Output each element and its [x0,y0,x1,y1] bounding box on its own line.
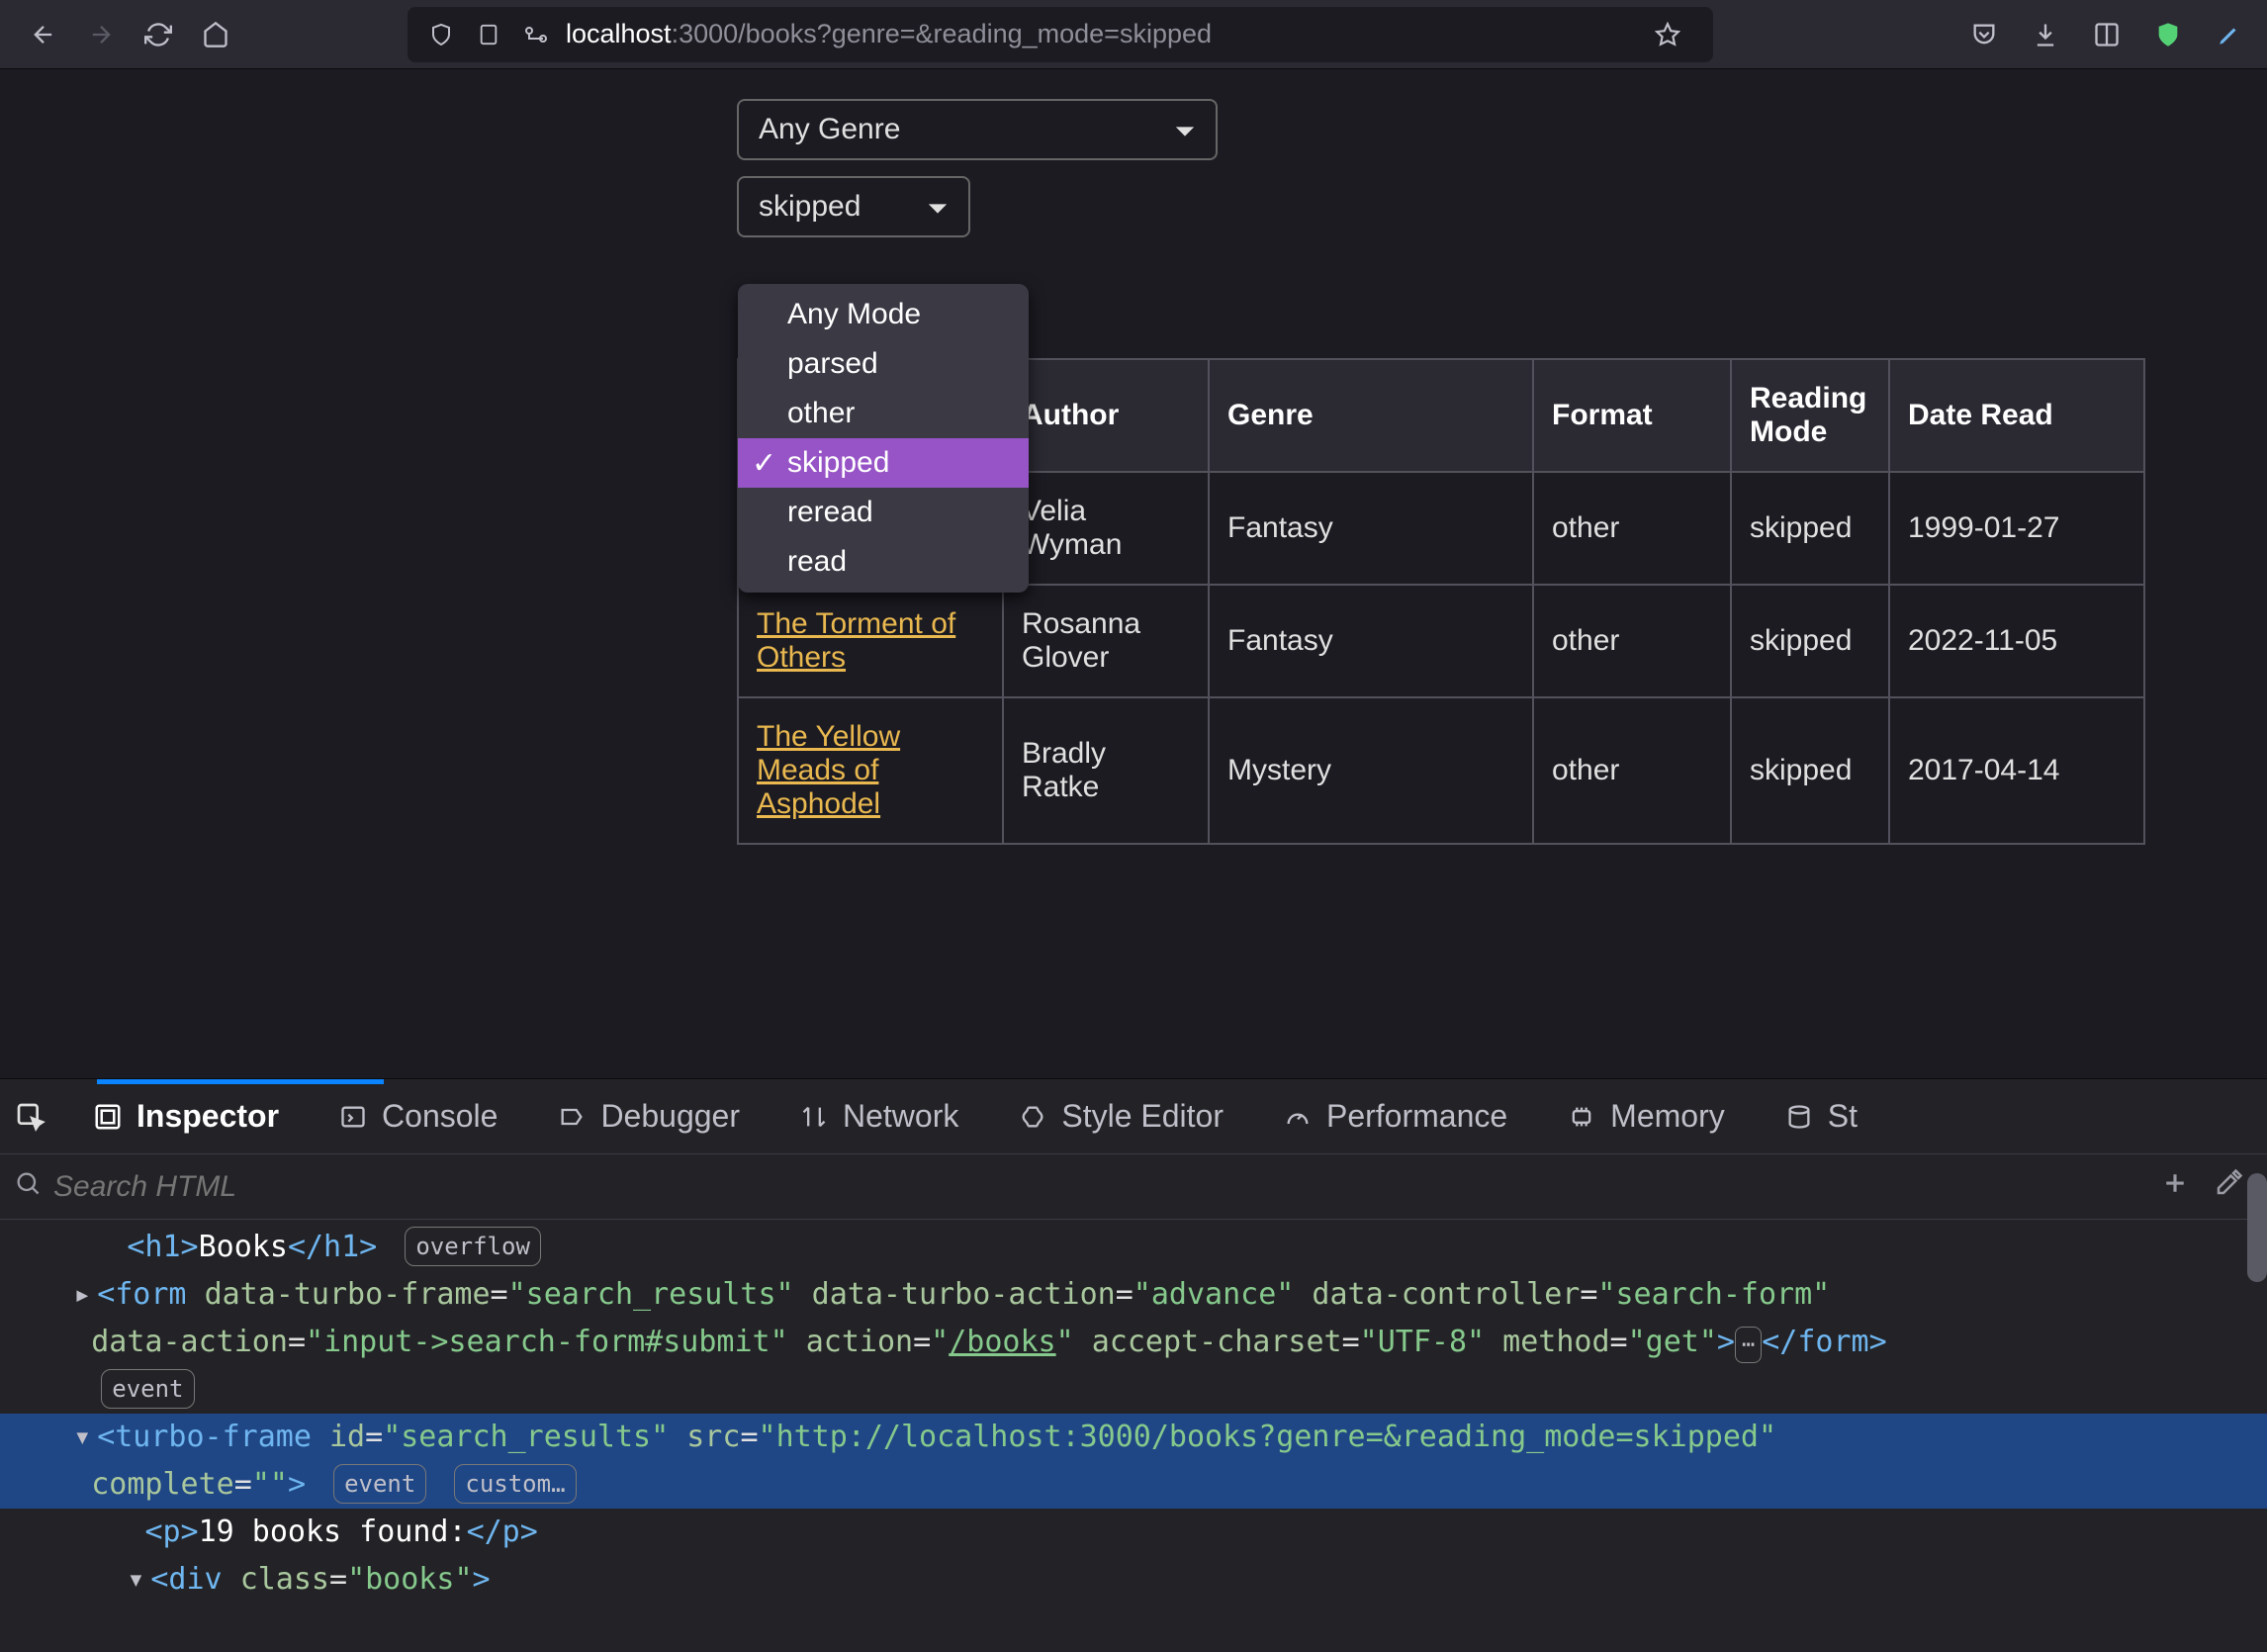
genre-select[interactable]: Any Genre [737,99,1218,160]
book-link[interactable]: The Yellow Meads of Asphodel [757,720,900,820]
table-row: The Yellow Meads of Asphodel Bradly Ratke… [738,697,2144,844]
cell-title: The Torment of Others [738,585,1003,697]
table-row: The Torment of Others Rosanna GloverFanta… [738,585,2144,697]
col-header-author: Author [1003,359,1209,472]
cell-format: other [1533,585,1731,697]
shield-icon [423,17,459,52]
dom-node[interactable]: ▸<form data-turbo-frame="search_results"… [0,1271,2267,1319]
console-icon [336,1100,370,1134]
tab-storage[interactable]: St [1768,1088,1871,1145]
dom-tree[interactable]: <h1>Books</h1> overflow ▸<form data-turb… [0,1220,2267,1652]
storage-icon [1782,1100,1816,1134]
devtools-panel: Inspector Console Debugger Network Style… [0,1078,2267,1652]
cell-genre: Mystery [1209,697,1533,844]
dom-node-pill[interactable]: event [0,1366,2267,1414]
dom-node[interactable]: <h1>Books</h1> overflow [0,1224,2267,1271]
dom-node[interactable]: ▾<div class="books"> [0,1556,2267,1604]
dropdown-item[interactable]: ✓skipped [738,438,1029,488]
dropdown-item[interactable]: Any Mode [738,290,1029,339]
tab-inspector[interactable]: Inspector [77,1088,293,1145]
caret-down-icon [927,190,949,224]
dropdown-item[interactable]: read [738,537,1029,587]
reading-mode-dropdown[interactable]: Any Modeparsedother✓skippedrereadread [738,284,1029,593]
col-header-reading-mode: Reading Mode [1731,359,1889,472]
devtools-tabs: Inspector Console Debugger Network Style… [0,1079,2267,1154]
cell-author: Bradly Ratke [1003,697,1209,844]
tab-network[interactable]: Network [783,1088,972,1145]
dropdown-item[interactable]: other [738,389,1029,438]
add-node-icon[interactable] [2160,1168,2190,1205]
page-content: Any Genre skipped Title Author Genre For… [0,69,2267,1078]
tab-style-editor[interactable]: Style Editor [1002,1088,1237,1145]
tab-performance[interactable]: Performance [1267,1088,1521,1145]
page-icon [471,17,506,52]
search-icon [14,1169,42,1204]
genre-select-value: Any Genre [759,113,900,146]
bookmark-star-icon[interactable] [1650,17,1685,52]
memory-icon [1565,1100,1598,1134]
cell-date-read: 1999-01-27 [1889,472,2144,585]
devtools-search-input[interactable] [53,1170,2148,1204]
cell-date-read: 2022-11-05 [1889,585,2144,697]
cell-genre: Fantasy [1209,585,1533,697]
cell-reading-mode: skipped [1731,472,1889,585]
devtools-search-bar [0,1154,2267,1220]
debugger-icon [555,1100,589,1134]
book-link[interactable]: The Torment of Others [757,607,955,674]
library-icon[interactable] [2089,17,2125,52]
caret-down-icon [1174,113,1196,146]
back-button[interactable] [20,11,67,58]
col-header-genre: Genre [1209,359,1533,472]
url-bar[interactable]: localhost:3000/books?genre=&reading_mode… [408,7,1713,62]
dom-node-selected-cont[interactable]: complete=""> event custom… [0,1461,2267,1509]
cell-format: other [1533,472,1731,585]
edit-pencil-icon[interactable] [2212,17,2247,52]
forward-button[interactable] [77,11,125,58]
cell-author: Velia Wyman [1003,472,1209,585]
inspect-element-icon[interactable] [14,1100,47,1134]
cell-date-read: 2017-04-14 [1889,697,2144,844]
tab-console[interactable]: Console [322,1088,511,1145]
dropdown-item[interactable]: parsed [738,339,1029,389]
cell-author: Rosanna Glover [1003,585,1209,697]
network-icon [797,1100,831,1134]
reload-button[interactable] [135,11,182,58]
reading-mode-select-value: skipped [759,190,861,224]
url-text: localhost:3000/books?genre=&reading_mode… [566,19,1212,49]
cell-format: other [1533,697,1731,844]
reading-mode-select[interactable]: skipped [737,176,970,237]
dom-node-selected[interactable]: ▾<turbo-frame id="search_results" src="h… [0,1414,2267,1461]
style-editor-icon [1016,1100,1049,1134]
home-button[interactable] [192,11,239,58]
pocket-icon[interactable] [1966,17,2002,52]
cell-title: The Yellow Meads of Asphodel [738,697,1003,844]
devtools-scrollbar[interactable] [2247,1173,2267,1282]
inspector-icon [91,1100,125,1134]
col-header-format: Format [1533,359,1731,472]
dom-node-cont[interactable]: data-action="input->search-form#submit" … [0,1319,2267,1366]
col-header-date-read: Date Read [1889,359,2144,472]
extension-shield-icon[interactable] [2150,17,2186,52]
cell-reading-mode: skipped [1731,697,1889,844]
tab-debugger[interactable]: Debugger [541,1088,754,1145]
eyedropper-icon[interactable] [2214,1168,2243,1205]
check-icon: ✓ [752,446,776,481]
downloads-icon[interactable] [2028,17,2063,52]
permissions-icon [518,17,554,52]
performance-icon [1281,1100,1315,1134]
tab-memory[interactable]: Memory [1551,1088,1739,1145]
dropdown-item[interactable]: reread [738,488,1029,537]
cell-genre: Fantasy [1209,472,1533,585]
cell-reading-mode: skipped [1731,585,1889,697]
browser-toolbar: localhost:3000/books?genre=&reading_mode… [0,0,2267,69]
dom-node[interactable]: <p>19 books found:</p> [0,1509,2267,1556]
